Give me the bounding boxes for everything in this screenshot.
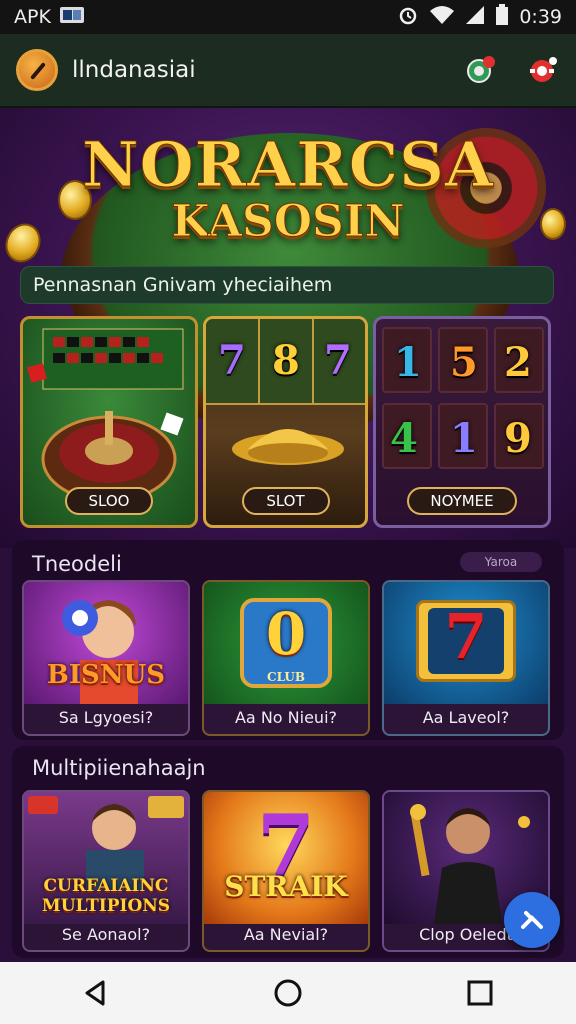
status-apk-label: APK	[14, 6, 51, 28]
gold-bowl-icon	[232, 429, 344, 465]
card-thumb-text: 0	[265, 600, 307, 668]
recents-button[interactable]	[450, 971, 510, 1015]
share-button[interactable]	[504, 892, 560, 948]
card-thumb-sub: CLUB	[267, 670, 305, 684]
section-multiplayer: Multipiienahaajn CURFAIAINC MULTIPIONS S…	[12, 746, 564, 958]
slot-reel-1: 7	[218, 337, 246, 384]
game-card[interactable]: 7 Aa Laveol?	[382, 580, 550, 736]
section-tag[interactable]: Yaroa	[460, 552, 542, 572]
game-panel-noymee[interactable]: 1 5 2 4 1 9 NOYMEE	[373, 316, 551, 528]
card-caption: Aa Nevial?	[243, 925, 329, 944]
game-label-roulette: SLOO	[65, 487, 153, 515]
section-featured: Tneodeli Yaroa BISNUS Sa Lgyoesi? 0 CLUB…	[12, 540, 564, 740]
home-icon	[274, 979, 302, 1007]
card-thumbnail: 0 CLUB	[204, 582, 368, 704]
game-panel-slot[interactable]: 7 8 7 SLOT	[203, 316, 368, 528]
card-thumbnail: CURFAIAINC MULTIPIONS	[24, 792, 188, 924]
app-logo-icon[interactable]	[16, 49, 58, 91]
status-time: 0:39	[519, 6, 562, 28]
card-thumb-text: 7	[444, 600, 488, 673]
card-thumbnail: 7 STRAIK	[204, 792, 368, 924]
notification-icon[interactable]	[526, 53, 560, 87]
recents-icon	[467, 980, 493, 1006]
game-panel-roulette[interactable]: SLOO	[20, 316, 198, 528]
home-button[interactable]	[258, 971, 318, 1015]
app-bar: llndanasiai	[0, 34, 576, 108]
slot-reel-3: 7	[324, 337, 352, 384]
back-icon	[85, 980, 105, 1006]
system-nav-bar	[0, 962, 576, 1024]
signal-icon	[465, 5, 485, 30]
reel-symbol: 1	[394, 339, 422, 386]
card-caption: Se Aonaol?	[61, 925, 151, 944]
reel-symbol: 4	[390, 415, 418, 462]
reel-symbol: 1	[450, 415, 478, 462]
game-label-slot: SLOT	[241, 487, 330, 515]
chip-icon[interactable]	[464, 53, 498, 87]
alarm-icon	[397, 4, 419, 31]
card-caption: Aa No Nieui?	[234, 708, 337, 727]
reel-symbol: 9	[504, 415, 532, 462]
hero-subtitle: Pennasnan Gnivam yheciaihem	[20, 266, 554, 304]
section-title: Multipiienahaajn	[32, 756, 206, 780]
reel-symbol: 2	[504, 339, 532, 386]
card-thumbnail: BISNUS	[24, 582, 188, 704]
reel-symbol: 5	[450, 339, 478, 386]
card-thumb-text: CURFAIAINC MULTIPIONS	[41, 876, 171, 916]
game-label-noymee: NOYMEE	[407, 487, 517, 515]
game-card[interactable]: 0 CLUB Aa No Nieui?	[202, 580, 370, 736]
slot-reel-2: 8	[272, 337, 300, 384]
hero-title-line1: NORARCSA	[81, 128, 495, 202]
battery-icon	[495, 3, 509, 31]
game-card[interactable]: 7 STRAIK Aa Nevial?	[202, 790, 370, 952]
share-icon	[521, 911, 543, 929]
status-bar: APK 0:39	[0, 0, 576, 34]
game-card[interactable]: CURFAIAINC MULTIPIONS Se Aonaol?	[22, 790, 190, 952]
card-thumb-text: BISNUS	[46, 660, 166, 690]
app-title: llndanasiai	[72, 57, 196, 83]
wifi-icon	[429, 5, 455, 30]
card-thumbnail: 7	[384, 582, 548, 704]
card-thumb-text: STRAIK	[224, 870, 348, 903]
hero-title-line2: KASOSIN	[171, 196, 405, 248]
back-button[interactable]	[66, 971, 126, 1015]
hero-banner[interactable]: NORARCSA KASOSIN Pennasnan Gnivam yhecia…	[0, 108, 576, 548]
card-caption: Aa Laveol?	[422, 708, 510, 727]
game-card[interactable]: BISNUS Sa Lgyoesi?	[22, 580, 190, 736]
gallery-icon	[59, 5, 85, 30]
card-caption: Sa Lgyoesi?	[58, 708, 154, 727]
section-title: Tneodeli	[32, 552, 122, 576]
